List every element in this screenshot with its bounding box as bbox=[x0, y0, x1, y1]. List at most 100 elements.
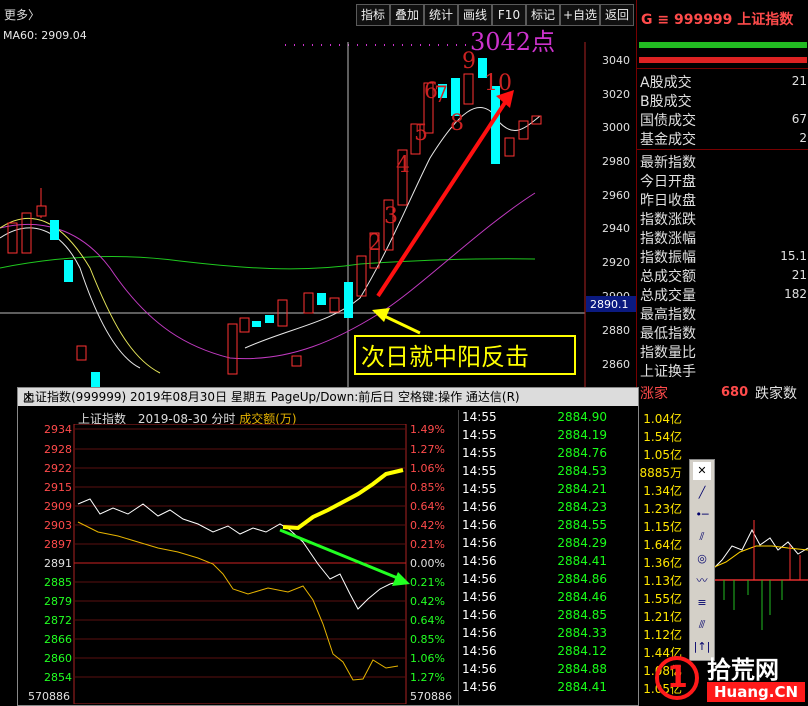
right-tick: 0.42% bbox=[410, 595, 445, 608]
close-icon[interactable]: ✕ bbox=[693, 462, 711, 480]
right-tick: 0.64% bbox=[410, 500, 445, 513]
row-value: 2 bbox=[799, 131, 807, 145]
right-tick: 1.06% bbox=[410, 462, 445, 475]
row-label: 最高指数 bbox=[640, 307, 696, 323]
fall-label: 跌家数 bbox=[755, 386, 797, 402]
vol-max-right: 570886 bbox=[410, 690, 452, 703]
left-tick: 2934 bbox=[44, 424, 72, 436]
left-tick: 2909 bbox=[44, 500, 72, 513]
right-tick: 0.21% bbox=[410, 538, 445, 551]
left-tick: 2897 bbox=[44, 538, 72, 551]
circle-tool-icon[interactable]: ◎ bbox=[693, 550, 711, 568]
intraday-chart[interactable]: 2934 2928 2922 2915 2909 2903 2897 2891 … bbox=[18, 424, 458, 704]
left-tick: 2903 bbox=[44, 519, 72, 532]
right-tick: 0.21% bbox=[410, 576, 445, 589]
count-label: 8 bbox=[450, 111, 464, 136]
row-label: 今日开盘 bbox=[640, 174, 696, 190]
left-tick: 2891 bbox=[44, 557, 72, 570]
fall-count: 680 bbox=[721, 385, 749, 400]
y-tick: 2880 bbox=[602, 324, 630, 337]
row-label: 总成交额 bbox=[640, 269, 696, 285]
row-label: 涨家 bbox=[640, 386, 668, 402]
right-tick: 0.00% bbox=[410, 557, 445, 570]
buy-bar bbox=[639, 42, 807, 48]
parallel-tool-icon[interactable]: ⫽ bbox=[693, 528, 711, 546]
row-label: 指数振幅 bbox=[640, 250, 696, 266]
stats-button[interactable]: 统计 bbox=[424, 4, 458, 26]
right-tick: 0.85% bbox=[410, 481, 445, 494]
ma-yellow-line bbox=[0, 217, 161, 374]
price-line bbox=[77, 498, 399, 610]
y-tick: 2980 bbox=[602, 155, 630, 168]
left-tick: 2915 bbox=[44, 481, 72, 494]
close-icon[interactable]: ✕ bbox=[23, 388, 634, 406]
left-tick: 2854 bbox=[44, 671, 72, 684]
quote-panel: G ≡ 999999 上证指数 A股成交 21 B股成交 国债成交 67 基金成… bbox=[636, 0, 808, 410]
right-tick: 1.49% bbox=[410, 424, 445, 436]
count-label: 7 bbox=[434, 83, 448, 108]
left-tick: 2879 bbox=[44, 595, 72, 608]
count-label: 3 bbox=[384, 204, 398, 229]
y-tick: 3000 bbox=[602, 121, 630, 134]
right-tick: 0.42% bbox=[410, 519, 445, 532]
segment-tool-icon[interactable]: •─ bbox=[693, 506, 711, 524]
row-label: 昨日收盘 bbox=[640, 193, 696, 209]
wave-tool-icon[interactable]: 〰 bbox=[693, 572, 711, 590]
y-tick: 2940 bbox=[602, 222, 630, 235]
ma-green-line bbox=[0, 256, 536, 270]
back-button[interactable]: 返回 bbox=[600, 4, 634, 26]
right-tick: 1.27% bbox=[410, 443, 445, 456]
row-label: 指数涨幅 bbox=[640, 231, 696, 247]
row-value: 182 bbox=[784, 287, 807, 301]
tick-list[interactable]: 14:55 2884.90 1.04亿 14:55 2884.19 1.54亿 14:5… bbox=[458, 410, 682, 705]
right-tick: 0.64% bbox=[410, 614, 445, 627]
row-value: 15.1 bbox=[780, 249, 807, 263]
drawing-tools-panel[interactable]: ✕ ╱ •─ ⫽ ◎ 〰 ≡ ⫻ |↑| bbox=[689, 459, 715, 661]
line-tool-icon[interactable]: ╱ bbox=[693, 484, 711, 502]
kline-chart[interactable]: 3040 3020 3000 2980 2960 2940 2920 2900 … bbox=[0, 28, 636, 388]
highlight-curve bbox=[282, 468, 404, 531]
indicator-button[interactable]: 指标 bbox=[356, 4, 390, 26]
gann-tool-icon[interactable]: ⫻ bbox=[693, 616, 711, 634]
more-menu[interactable]: 更多〉 bbox=[4, 6, 40, 23]
sell-bar bbox=[639, 57, 807, 63]
row-label: 指数量比 bbox=[640, 345, 696, 361]
fibonacci-tool-icon[interactable]: ≡ bbox=[693, 594, 711, 612]
logo-glyph: 1 bbox=[667, 660, 688, 695]
row-label: 上证换手 bbox=[640, 364, 696, 380]
quote-title: G ≡ 999999 上证指数 bbox=[641, 12, 794, 28]
intraday-popup[interactable]: 上证指数(999999) 2019年08月30日 星期五 PageUp/Down… bbox=[17, 387, 682, 706]
popup-titlebar[interactable]: 上证指数(999999) 2019年08月30日 星期五 PageUp/Down… bbox=[18, 388, 638, 406]
y-tick: 2960 bbox=[602, 189, 630, 202]
count-label: 2 bbox=[368, 231, 382, 256]
y-tick: 2920 bbox=[602, 256, 630, 269]
vol-max-left: 570886 bbox=[28, 690, 70, 703]
right-tick: 1.06% bbox=[410, 652, 445, 665]
annotation-text: 次日就中阳反击 bbox=[361, 343, 529, 371]
row-label: 基金成交 bbox=[640, 132, 696, 148]
right-tick: 1.27% bbox=[410, 671, 445, 684]
left-tick: 2866 bbox=[44, 633, 72, 646]
y-tick: 3020 bbox=[602, 88, 630, 101]
ma-magenta-line bbox=[0, 192, 536, 360]
row-label: 国债成交 bbox=[640, 113, 696, 129]
watermark-line2: Huang.CN bbox=[707, 682, 805, 702]
row-label: 最新指数 bbox=[640, 155, 696, 171]
right-tick: 0.85% bbox=[410, 633, 445, 646]
add-favorite-button[interactable]: +自选 bbox=[560, 4, 600, 26]
row-label: 最低指数 bbox=[640, 326, 696, 342]
y-tick: 2860 bbox=[602, 358, 630, 371]
watermark-logo: 1 拾荒网 Huang.CN bbox=[655, 650, 808, 704]
left-tick: 2928 bbox=[44, 443, 72, 456]
row-label: A股成交 bbox=[640, 75, 692, 91]
overlay-button[interactable]: 叠加 bbox=[390, 4, 424, 26]
row-value: 67 bbox=[791, 112, 807, 126]
row-label: 指数涨跌 bbox=[640, 212, 696, 228]
row-value: 21 bbox=[791, 268, 807, 282]
left-tick: 2922 bbox=[44, 462, 72, 475]
crosshair-price: 2890.1 bbox=[590, 298, 629, 311]
peak-price-label: 3042点 bbox=[470, 28, 556, 56]
left-tick: 2860 bbox=[44, 652, 72, 665]
row-value: 21 bbox=[791, 74, 807, 88]
mini-intraday-chart bbox=[712, 520, 808, 630]
